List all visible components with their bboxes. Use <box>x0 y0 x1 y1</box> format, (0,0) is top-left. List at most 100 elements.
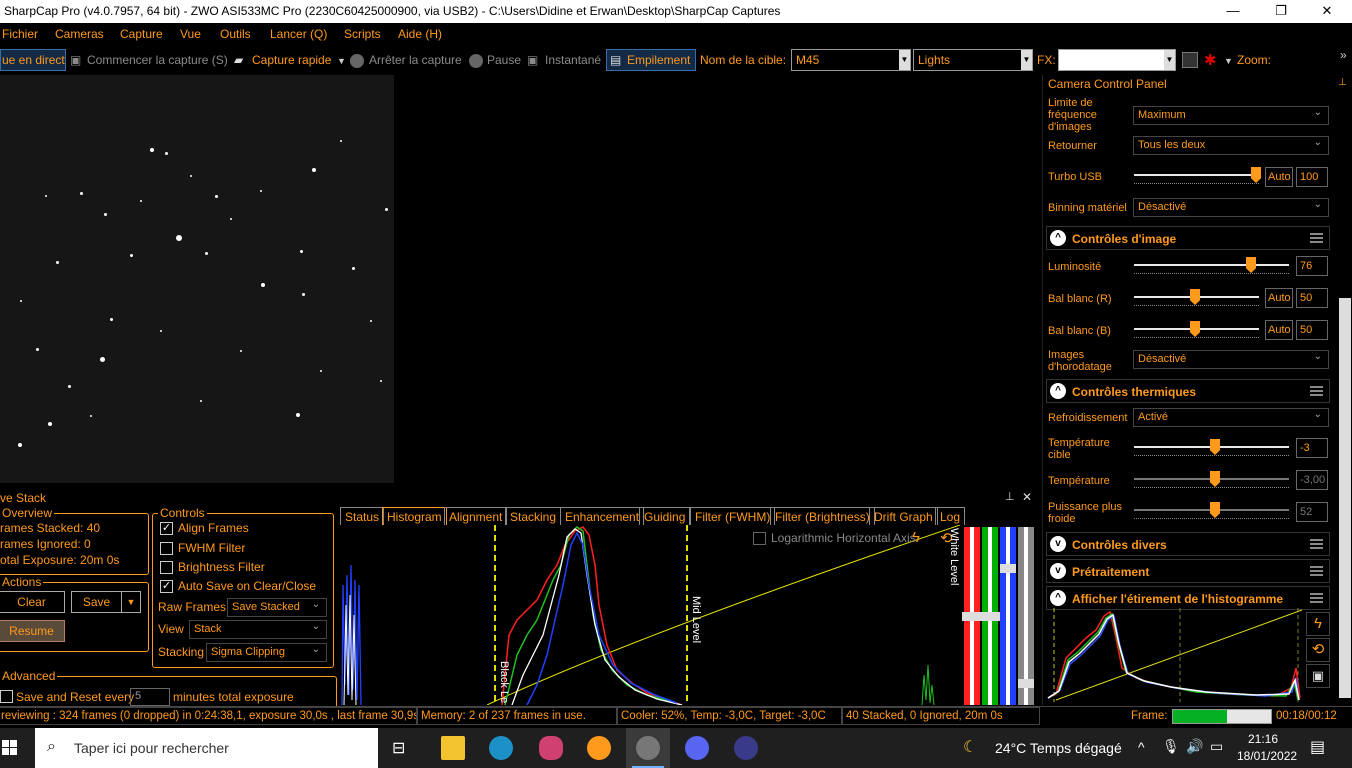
align-frames-checkbox[interactable]: ✓ <box>160 522 173 535</box>
reticle-icon[interactable]: ✱ <box>1204 51 1217 69</box>
menu-outils[interactable]: Outils <box>220 27 251 41</box>
view-select[interactable]: Stack <box>189 620 327 639</box>
cpwi-icon[interactable] <box>587 736 611 760</box>
sharpcap-taskbar-item[interactable] <box>626 728 670 768</box>
brightness-value[interactable]: 76 <box>1296 256 1328 276</box>
tab-filter-brightness[interactable]: Filter (Brightness) <box>770 507 875 525</box>
snapshot-button[interactable]: Instantané <box>545 53 601 67</box>
minimize-button[interactable]: — <box>1210 0 1256 23</box>
menu-icon[interactable] <box>1310 539 1323 549</box>
tab-histogram[interactable]: Histogram <box>382 507 447 525</box>
flip-select[interactable]: Tous les deux <box>1133 136 1329 155</box>
binning-select[interactable]: Désactivé <box>1133 198 1329 217</box>
auto-save-checkbox[interactable]: ✓ <box>160 580 173 593</box>
live-view-button[interactable]: ue en direct <box>0 49 66 71</box>
stacking-button[interactable]: ▤ Empilement <box>606 49 696 71</box>
quick-capture-dropdown-icon[interactable]: ▼ <box>337 56 346 66</box>
lightning-icon[interactable]: ϟ <box>912 529 920 546</box>
wb-blue-auto-button[interactable]: Auto <box>1265 320 1293 340</box>
log-axis-checkbox[interactable] <box>753 532 766 545</box>
menu-scripts[interactable]: Scripts <box>344 27 381 41</box>
tab-alignment[interactable]: Alignment <box>444 507 508 525</box>
menu-fichier[interactable]: Fichier <box>2 27 38 41</box>
wb-blue-value[interactable]: 50 <box>1296 320 1328 340</box>
stretch-histogram[interactable] <box>1046 608 1304 702</box>
tab-guiding[interactable]: Guiding <box>639 507 691 525</box>
turbo-usb-slider[interactable] <box>1134 174 1259 176</box>
preprocessing-section[interactable]: v Prétraitement <box>1046 559 1330 583</box>
frame-type-combo[interactable]: Lights ▼ <box>913 49 1033 71</box>
camera-panel-scrollbar[interactable] <box>1338 88 1352 705</box>
close-stack-icon[interactable]: ✕ <box>1022 490 1032 504</box>
menu-icon[interactable] <box>1310 566 1323 576</box>
discord-icon[interactable] <box>685 736 709 760</box>
wb-red-auto-button[interactable]: Auto <box>1265 288 1293 308</box>
menu-icon[interactable] <box>1310 593 1323 603</box>
save-dropdown-icon[interactable]: ▼ <box>121 591 141 613</box>
image-controls-section[interactable]: ^ Contrôles d'image <box>1046 226 1330 250</box>
stack-histogram[interactable] <box>337 525 960 705</box>
notifications-icon[interactable]: ▤ <box>1310 737 1325 757</box>
frame-rate-select[interactable]: Maximum <box>1133 106 1329 125</box>
menu-cameras[interactable]: Cameras <box>55 27 104 41</box>
overflow-icon[interactable]: » <box>1340 48 1347 62</box>
quick-capture-button[interactable]: Capture rapide <box>252 53 331 67</box>
turbo-usb-value[interactable]: 100 <box>1296 167 1328 187</box>
app-icon-1[interactable] <box>539 736 563 760</box>
file-explorer-icon[interactable] <box>441 736 465 760</box>
reticle-dropdown-icon[interactable]: ▼ <box>1224 56 1233 66</box>
menu-icon[interactable] <box>1310 386 1323 396</box>
clock-date[interactable]: 18/01/2022 <box>1237 749 1297 763</box>
fwhm-filter-checkbox[interactable] <box>160 542 173 555</box>
brightness-filter-checkbox[interactable] <box>160 561 173 574</box>
target-name-combo[interactable]: M45 ▼ <box>791 49 911 71</box>
close-button[interactable]: ✕ <box>1304 0 1350 23</box>
start-capture-button[interactable]: Commencer la capture (S) <box>87 53 228 67</box>
network-icon[interactable]: ▭ <box>1210 738 1223 755</box>
save-button[interactable]: Save <box>71 591 121 613</box>
menu-vue[interactable]: Vue <box>180 27 201 41</box>
pin-icon[interactable]: ⊥ <box>1005 490 1015 503</box>
save-reset-spinner[interactable]: 5 <box>130 688 170 706</box>
green-channel-thumb[interactable] <box>980 612 1000 621</box>
target-temp-value[interactable]: -3 <box>1296 438 1328 458</box>
menu-aide[interactable]: Aide (H) <box>398 27 442 41</box>
task-view-icon[interactable]: ⊟ <box>392 738 405 758</box>
menu-icon[interactable] <box>1310 233 1323 243</box>
turbo-usb-auto-button[interactable]: Auto <box>1265 167 1293 187</box>
timestamp-select[interactable]: Désactivé <box>1133 350 1329 369</box>
brightness-slider[interactable] <box>1134 264 1289 266</box>
histogram-stretch-section[interactable]: ^ Afficher l'étirement de l'histogramme <box>1046 586 1330 610</box>
stellarium-icon[interactable] <box>734 736 758 760</box>
weather-text[interactable]: 24°C Temps dégagé <box>995 740 1122 756</box>
volume-icon[interactable]: 🔊 <box>1186 738 1203 755</box>
fx-combo[interactable]: ▼ <box>1058 49 1176 71</box>
cooling-select[interactable]: Activé <box>1133 408 1329 427</box>
maximize-button[interactable]: ❐ <box>1258 0 1304 23</box>
clock-time[interactable]: 21:16 <box>1248 732 1278 746</box>
save-reset-checkbox[interactable] <box>0 690 13 703</box>
reset-icon[interactable]: ⟲ <box>1306 638 1330 662</box>
microphone-icon[interactable]: 🎙 <box>1162 738 1180 755</box>
lightning-icon[interactable]: ϟ <box>1306 612 1330 636</box>
luminance-channel-thumb[interactable] <box>1018 679 1034 688</box>
raw-frames-select[interactable]: Save Stacked <box>227 598 327 617</box>
thermal-controls-section[interactable]: ^ Contrôles thermiques <box>1046 379 1330 403</box>
fx-settings-icon[interactable] <box>1182 52 1198 68</box>
tab-drift-graph[interactable]: Drift Graph <box>869 507 938 525</box>
tab-log[interactable]: Log <box>935 507 966 525</box>
tab-filter-fwhm[interactable]: Filter (FWHM) <box>690 507 776 525</box>
stop-capture-button[interactable]: Arrêter la capture <box>369 53 462 67</box>
tab-enhancement[interactable]: Enhancement <box>560 507 645 525</box>
menu-lancer[interactable]: Lancer (Q) <box>270 27 327 41</box>
misc-controls-section[interactable]: v Contrôles divers <box>1046 532 1330 556</box>
wb-red-value[interactable]: 50 <box>1296 288 1328 308</box>
tab-status[interactable]: Status <box>340 507 385 525</box>
taskbar-search[interactable]: ⌕ Taper ici pour rechercher <box>35 728 378 768</box>
tab-stacking[interactable]: Stacking <box>505 507 562 525</box>
resume-button[interactable]: Resume <box>0 620 65 642</box>
scrollbar-thumb[interactable] <box>1339 298 1351 698</box>
blue-channel-thumb[interactable] <box>1000 564 1016 573</box>
clear-button[interactable]: Clear <box>0 591 65 613</box>
windows-start-icon[interactable] <box>0 738 20 758</box>
